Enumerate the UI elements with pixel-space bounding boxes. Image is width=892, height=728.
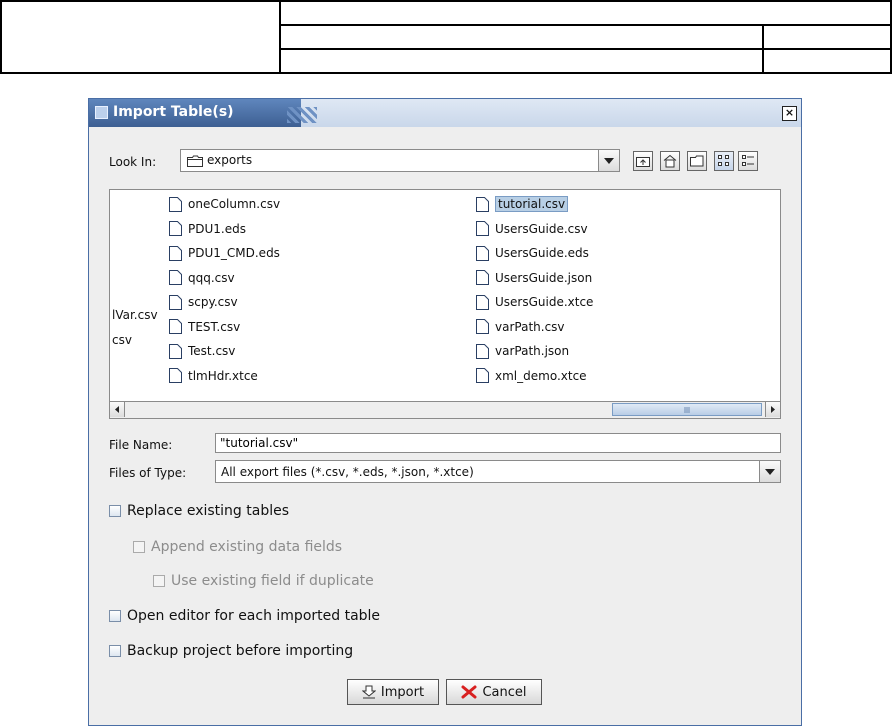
chevron-left-icon <box>115 406 119 413</box>
partial-file-2[interactable]: csv <box>112 333 132 347</box>
checkbox-box[interactable] <box>153 575 165 587</box>
list-view-button[interactable] <box>714 151 734 171</box>
cancel-x-icon <box>461 685 477 699</box>
file-icon <box>476 270 489 286</box>
close-button[interactable]: × <box>782 106 797 121</box>
file-icon <box>169 221 182 237</box>
import-dialog: Import Table(s) × Look In: exports lVar.… <box>88 98 802 726</box>
file-type-label: Files of Type: <box>109 466 187 480</box>
file-item[interactable]: PDU1_CMD.eds <box>169 241 280 266</box>
file-item[interactable]: TEST.csv <box>169 315 280 340</box>
partial-file-1[interactable]: lVar.csv <box>112 308 158 322</box>
file-icon <box>476 221 489 237</box>
title-bar[interactable]: Import Table(s) × <box>89 99 801 127</box>
up-folder-icon <box>636 157 650 167</box>
details-view-button[interactable] <box>738 151 758 171</box>
file-name-input[interactable] <box>216 434 780 452</box>
file-type-combo[interactable]: All export files (*.csv, *.eds, *.json, … <box>215 460 781 483</box>
file-column-2: tutorial.csv UsersGuide.csv UsersGuide.e… <box>476 192 593 388</box>
file-icon <box>169 294 182 310</box>
file-icon <box>169 319 182 335</box>
file-icon <box>169 196 182 212</box>
home-icon <box>663 154 677 168</box>
open-editor-checkbox[interactable]: Open editor for each imported table <box>109 608 380 624</box>
checkbox-box[interactable] <box>109 645 121 657</box>
file-item[interactable]: tlmHdr.xtce <box>169 364 280 389</box>
grip-icon <box>684 407 690 413</box>
look-in-value: exports <box>207 153 253 167</box>
file-name-label: File Name: <box>109 438 173 452</box>
cancel-button[interactable]: Cancel <box>446 679 542 705</box>
file-icon <box>476 294 489 310</box>
file-type-value: All export files (*.csv, *.eds, *.json, … <box>221 465 474 479</box>
list-view-icon <box>718 155 729 166</box>
document-header-table <box>0 0 892 74</box>
chevron-down-icon[interactable] <box>759 461 780 482</box>
file-icon <box>169 368 182 384</box>
append-fields-checkbox[interactable]: Append existing data fields <box>133 539 342 555</box>
file-icon <box>476 368 489 384</box>
chevron-down-icon[interactable] <box>598 150 619 171</box>
file-item-selected[interactable]: tutorial.csv <box>476 192 593 217</box>
file-item[interactable]: UsersGuide.csv <box>476 217 593 242</box>
header-cell-left <box>0 0 281 74</box>
new-folder-icon <box>690 155 704 167</box>
header-cell-top <box>279 0 892 26</box>
checkbox-box[interactable] <box>109 610 121 622</box>
file-item[interactable]: varPath.json <box>476 339 593 364</box>
file-list[interactable]: lVar.csv csv oneColumn.csv PDU1.eds PDU1… <box>109 189 781 419</box>
details-view-icon <box>742 155 754 166</box>
file-item[interactable]: PDU1.eds <box>169 217 280 242</box>
file-icon <box>476 196 489 212</box>
up-folder-button[interactable] <box>633 151 653 171</box>
header-cell-mid <box>279 24 764 50</box>
scroll-thumb[interactable] <box>612 403 762 416</box>
use-existing-checkbox[interactable]: Use existing field if duplicate <box>153 573 374 589</box>
checkbox-box[interactable] <box>109 505 121 517</box>
header-cell-bottom-right <box>762 48 892 74</box>
file-item[interactable]: Test.csv <box>169 339 280 364</box>
import-icon <box>361 685 376 699</box>
folder-icon <box>187 155 203 167</box>
chevron-right-icon <box>771 406 775 413</box>
file-item[interactable]: scpy.csv <box>169 290 280 315</box>
home-button[interactable] <box>660 151 680 171</box>
title-tab: Import Table(s) <box>89 99 317 127</box>
file-item[interactable]: varPath.csv <box>476 315 593 340</box>
file-item[interactable]: qqq.csv <box>169 266 280 291</box>
file-item[interactable]: UsersGuide.xtce <box>476 290 593 315</box>
checkbox-box[interactable] <box>133 541 145 553</box>
backup-project-checkbox[interactable]: Backup project before importing <box>109 643 353 659</box>
file-icon <box>169 343 182 359</box>
file-item[interactable]: UsersGuide.json <box>476 266 593 291</box>
file-column-1: oneColumn.csv PDU1.eds PDU1_CMD.eds qqq.… <box>169 192 280 388</box>
file-item[interactable]: xml_demo.xtce <box>476 364 593 389</box>
file-item[interactable]: oneColumn.csv <box>169 192 280 217</box>
file-icon <box>476 343 489 359</box>
file-icon <box>169 245 182 261</box>
scroll-left-button[interactable] <box>110 402 125 417</box>
dialog-title: Import Table(s) <box>113 104 234 120</box>
look-in-combo[interactable]: exports <box>180 149 620 172</box>
header-cell-bottom <box>279 48 764 74</box>
replace-tables-checkbox[interactable]: Replace existing tables <box>109 503 289 519</box>
header-cell-mid-right <box>762 24 892 50</box>
file-name-field[interactable] <box>215 433 781 453</box>
horizontal-scrollbar[interactable] <box>110 401 780 418</box>
new-folder-button[interactable] <box>687 151 707 171</box>
file-icon <box>169 270 182 286</box>
file-icon <box>476 245 489 261</box>
import-button[interactable]: Import <box>347 679 439 705</box>
look-in-label: Look In: <box>109 155 157 169</box>
file-item[interactable]: UsersGuide.eds <box>476 241 593 266</box>
scroll-right-button[interactable] <box>765 402 780 417</box>
file-icon <box>476 319 489 335</box>
window-icon <box>95 106 108 119</box>
